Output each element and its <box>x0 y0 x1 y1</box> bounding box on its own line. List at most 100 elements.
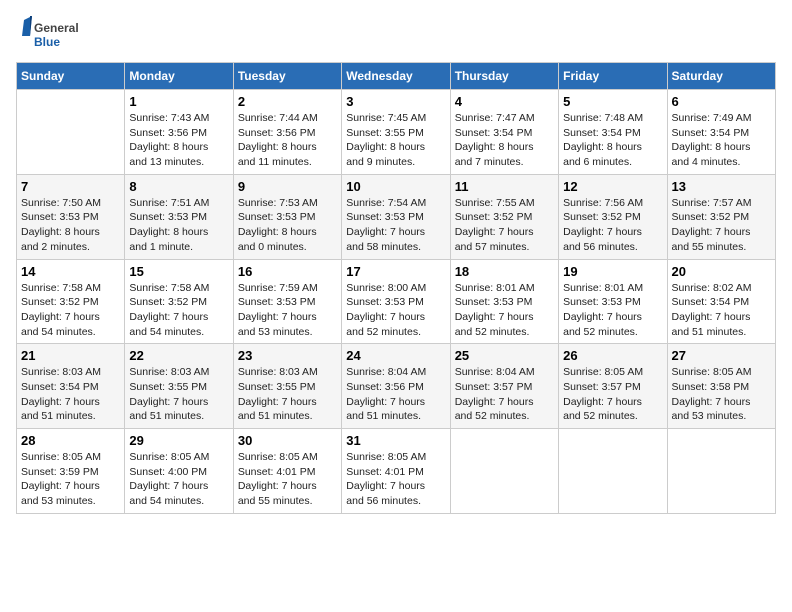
page-container: General Blue SundayMondayTuesdayWednesda… <box>16 16 776 514</box>
day-info: Sunrise: 7:50 AMSunset: 3:53 PMDaylight:… <box>21 196 120 255</box>
header: General Blue <box>16 16 776 54</box>
day-number: 11 <box>455 179 554 194</box>
day-header-tuesday: Tuesday <box>233 63 341 90</box>
day-number: 20 <box>672 264 771 279</box>
calendar-cell: 2Sunrise: 7:44 AMSunset: 3:56 PMDaylight… <box>233 90 341 175</box>
day-info: Sunrise: 7:59 AMSunset: 3:53 PMDaylight:… <box>238 281 337 340</box>
day-info: Sunrise: 7:47 AMSunset: 3:54 PMDaylight:… <box>455 111 554 170</box>
day-info: Sunrise: 7:56 AMSunset: 3:52 PMDaylight:… <box>563 196 662 255</box>
calendar-cell: 12 Sunrise: 7:56 AMSunset: 3:52 PMDayligh… <box>559 174 667 259</box>
day-info: Sunrise: 7:58 AMSunset: 3:52 PMDaylight:… <box>129 281 228 340</box>
calendar-cell: 23 Sunrise: 8:03 AMSunset: 3:55 PMDayligh… <box>233 344 341 429</box>
day-info: Sunrise: 8:05 AMSunset: 4:00 PMDaylight:… <box>129 450 228 509</box>
calendar-cell <box>667 429 775 514</box>
day-number: 14 <box>21 264 120 279</box>
calendar-cell <box>17 90 125 175</box>
day-info: Sunrise: 7:55 AMSunset: 3:52 PMDaylight:… <box>455 196 554 255</box>
calendar-cell: 31Sunrise: 8:05 AMSunset: 4:01 PMDayligh… <box>342 429 450 514</box>
calendar-cell: 19Sunrise: 8:01 AMSunset: 3:53 PMDayligh… <box>559 259 667 344</box>
day-info: Sunrise: 7:51 AMSunset: 3:53 PMDaylight:… <box>129 196 228 255</box>
day-number: 30 <box>238 433 337 448</box>
day-number: 18 <box>455 264 554 279</box>
day-info: Sunrise: 8:05 AMSunset: 3:58 PMDaylight:… <box>672 365 771 424</box>
day-number: 6 <box>672 94 771 109</box>
calendar-cell: 3 Sunrise: 7:45 AMSunset: 3:55 PMDaylight… <box>342 90 450 175</box>
day-number: 22 <box>129 348 228 363</box>
day-number: 21 <box>21 348 120 363</box>
calendar-cell: 21 Sunrise: 8:03 AMSunset: 3:54 PMDayligh… <box>17 344 125 429</box>
day-header-thursday: Thursday <box>450 63 558 90</box>
day-info: Sunrise: 8:03 AMSunset: 3:54 PMDaylight:… <box>21 365 120 424</box>
day-info: Sunrise: 7:57 AMSunset: 3:52 PMDaylight:… <box>672 196 771 255</box>
calendar-week-row: 14 Sunrise: 7:58 AMSunset: 3:52 PMDayligh… <box>17 259 776 344</box>
day-info: Sunrise: 8:05 AMSunset: 3:59 PMDaylight:… <box>21 450 120 509</box>
day-number: 26 <box>563 348 662 363</box>
day-number: 23 <box>238 348 337 363</box>
day-info: Sunrise: 7:58 AMSunset: 3:52 PMDaylight:… <box>21 281 120 340</box>
day-number: 9 <box>238 179 337 194</box>
day-number: 28 <box>21 433 120 448</box>
day-info: Sunrise: 7:53 AMSunset: 3:53 PMDaylight:… <box>238 196 337 255</box>
day-info: Sunrise: 8:04 AMSunset: 3:57 PMDaylight:… <box>455 365 554 424</box>
day-number: 15 <box>129 264 228 279</box>
calendar-cell: 18Sunrise: 8:01 AMSunset: 3:53 PMDayligh… <box>450 259 558 344</box>
day-number: 7 <box>21 179 120 194</box>
calendar-cell: 17 Sunrise: 8:00 AMSunset: 3:53 PMDayligh… <box>342 259 450 344</box>
svg-text:General: General <box>34 21 79 35</box>
day-number: 24 <box>346 348 445 363</box>
day-header-monday: Monday <box>125 63 233 90</box>
day-info: Sunrise: 7:45 AMSunset: 3:55 PMDaylight:… <box>346 111 445 170</box>
calendar-week-row: 1 Sunrise: 7:43 AMSunset: 3:56 PMDaylight… <box>17 90 776 175</box>
svg-text:Blue: Blue <box>34 35 60 49</box>
day-number: 29 <box>129 433 228 448</box>
calendar-cell: 8Sunrise: 7:51 AMSunset: 3:53 PMDaylight… <box>125 174 233 259</box>
day-header-friday: Friday <box>559 63 667 90</box>
calendar-cell: 16Sunrise: 7:59 AMSunset: 3:53 PMDayligh… <box>233 259 341 344</box>
calendar-cell: 26 Sunrise: 8:05 AMSunset: 3:57 PMDayligh… <box>559 344 667 429</box>
calendar-header-row: SundayMondayTuesdayWednesdayThursdayFrid… <box>17 63 776 90</box>
day-number: 3 <box>346 94 445 109</box>
calendar-cell: 24 Sunrise: 8:04 AMSunset: 3:56 PMDayligh… <box>342 344 450 429</box>
calendar-cell: 4 Sunrise: 7:47 AMSunset: 3:54 PMDaylight… <box>450 90 558 175</box>
day-number: 17 <box>346 264 445 279</box>
day-number: 19 <box>563 264 662 279</box>
calendar-cell: 13 Sunrise: 7:57 AMSunset: 3:52 PMDayligh… <box>667 174 775 259</box>
day-number: 4 <box>455 94 554 109</box>
day-number: 27 <box>672 348 771 363</box>
calendar-cell: 25 Sunrise: 8:04 AMSunset: 3:57 PMDayligh… <box>450 344 558 429</box>
day-number: 10 <box>346 179 445 194</box>
day-info: Sunrise: 8:00 AMSunset: 3:53 PMDaylight:… <box>346 281 445 340</box>
day-number: 25 <box>455 348 554 363</box>
day-info: Sunrise: 8:05 AMSunset: 3:57 PMDaylight:… <box>563 365 662 424</box>
day-header-wednesday: Wednesday <box>342 63 450 90</box>
day-info: Sunrise: 7:43 AMSunset: 3:56 PMDaylight:… <box>129 111 228 170</box>
calendar-cell: 30 Sunrise: 8:05 AMSunset: 4:01 PMDayligh… <box>233 429 341 514</box>
day-number: 5 <box>563 94 662 109</box>
day-info: Sunrise: 7:48 AMSunset: 3:54 PMDaylight:… <box>563 111 662 170</box>
day-info: Sunrise: 7:54 AMSunset: 3:53 PMDaylight:… <box>346 196 445 255</box>
day-number: 12 <box>563 179 662 194</box>
day-header-saturday: Saturday <box>667 63 775 90</box>
calendar-cell: 7 Sunrise: 7:50 AMSunset: 3:53 PMDaylight… <box>17 174 125 259</box>
day-info: Sunrise: 7:44 AMSunset: 3:56 PMDaylight:… <box>238 111 337 170</box>
calendar-cell: 11 Sunrise: 7:55 AMSunset: 3:52 PMDayligh… <box>450 174 558 259</box>
day-info: Sunrise: 8:03 AMSunset: 3:55 PMDaylight:… <box>129 365 228 424</box>
calendar-cell: 6 Sunrise: 7:49 AMSunset: 3:54 PMDaylight… <box>667 90 775 175</box>
day-number: 1 <box>129 94 228 109</box>
day-info: Sunrise: 8:02 AMSunset: 3:54 PMDaylight:… <box>672 281 771 340</box>
day-info: Sunrise: 7:49 AMSunset: 3:54 PMDaylight:… <box>672 111 771 170</box>
day-info: Sunrise: 8:04 AMSunset: 3:56 PMDaylight:… <box>346 365 445 424</box>
calendar-cell: 14 Sunrise: 7:58 AMSunset: 3:52 PMDayligh… <box>17 259 125 344</box>
calendar-cell <box>450 429 558 514</box>
day-info: Sunrise: 8:05 AMSunset: 4:01 PMDaylight:… <box>238 450 337 509</box>
day-info: Sunrise: 8:03 AMSunset: 3:55 PMDaylight:… <box>238 365 337 424</box>
calendar-cell: 9 Sunrise: 7:53 AMSunset: 3:53 PMDaylight… <box>233 174 341 259</box>
logo: General Blue <box>16 16 96 54</box>
calendar-week-row: 28 Sunrise: 8:05 AMSunset: 3:59 PMDayligh… <box>17 429 776 514</box>
day-number: 13 <box>672 179 771 194</box>
calendar-table: SundayMondayTuesdayWednesdayThursdayFrid… <box>16 62 776 514</box>
calendar-cell: 1 Sunrise: 7:43 AMSunset: 3:56 PMDaylight… <box>125 90 233 175</box>
calendar-cell: 29 Sunrise: 8:05 AMSunset: 4:00 PMDayligh… <box>125 429 233 514</box>
calendar-week-row: 21 Sunrise: 8:03 AMSunset: 3:54 PMDayligh… <box>17 344 776 429</box>
calendar-week-row: 7 Sunrise: 7:50 AMSunset: 3:53 PMDaylight… <box>17 174 776 259</box>
